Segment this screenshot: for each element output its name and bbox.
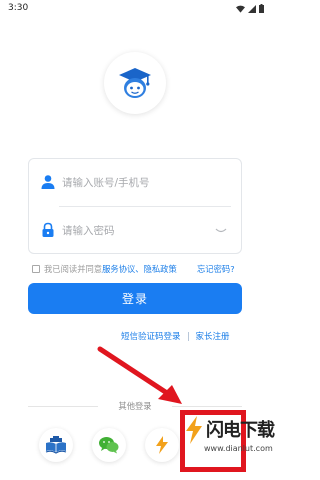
link-separator	[187, 331, 189, 341]
login-form-card	[28, 158, 242, 254]
agreement-row: 我已阅读并同意 服务协议、隐私政策 忘记密码?	[32, 263, 235, 275]
password-input[interactable]	[62, 221, 222, 241]
user-icon	[41, 175, 55, 189]
lightning-logo-icon	[156, 436, 168, 454]
parent-register-link[interactable]: 家长注册	[196, 330, 230, 342]
account-input[interactable]	[62, 173, 222, 193]
sms-login-link[interactable]: 短信验证码登录	[121, 330, 181, 342]
agreement-checkbox[interactable]	[32, 265, 40, 273]
status-time: 3:30	[8, 3, 29, 13]
student-mascot-icon	[119, 68, 151, 98]
secondary-links: 短信验证码登录 家长注册	[121, 330, 230, 342]
battery-icon	[259, 4, 264, 13]
app-logo	[104, 52, 166, 114]
status-bar: 3:30	[0, 0, 270, 20]
signal-icon	[248, 4, 256, 13]
campus-login-button[interactable]	[39, 428, 73, 462]
eye-closed-icon[interactable]	[215, 227, 227, 235]
third-login-button[interactable]	[145, 428, 179, 462]
status-icons	[236, 4, 264, 13]
school-book-icon	[45, 436, 67, 454]
watermark-title: 闪电下载	[206, 420, 275, 441]
site-watermark: 闪电下载 www.dianlut.com	[184, 414, 275, 464]
account-field	[29, 159, 241, 207]
wechat-login-button[interactable]	[92, 428, 126, 462]
divider-line-right	[172, 406, 242, 407]
watermark-url: www.dianlut.com	[204, 444, 273, 453]
forgot-password-link[interactable]: 忘记密码?	[197, 263, 235, 275]
login-button[interactable]: 登录	[28, 283, 242, 314]
password-field	[29, 207, 241, 255]
watermark-lightning-icon	[186, 416, 202, 444]
wechat-icon	[99, 437, 119, 454]
agreement-policy-link[interactable]: 服务协议、隐私政策	[102, 263, 177, 275]
wifi-icon	[236, 5, 245, 13]
agreement-text: 我已阅读并同意	[44, 264, 103, 274]
lock-icon	[42, 222, 54, 237]
